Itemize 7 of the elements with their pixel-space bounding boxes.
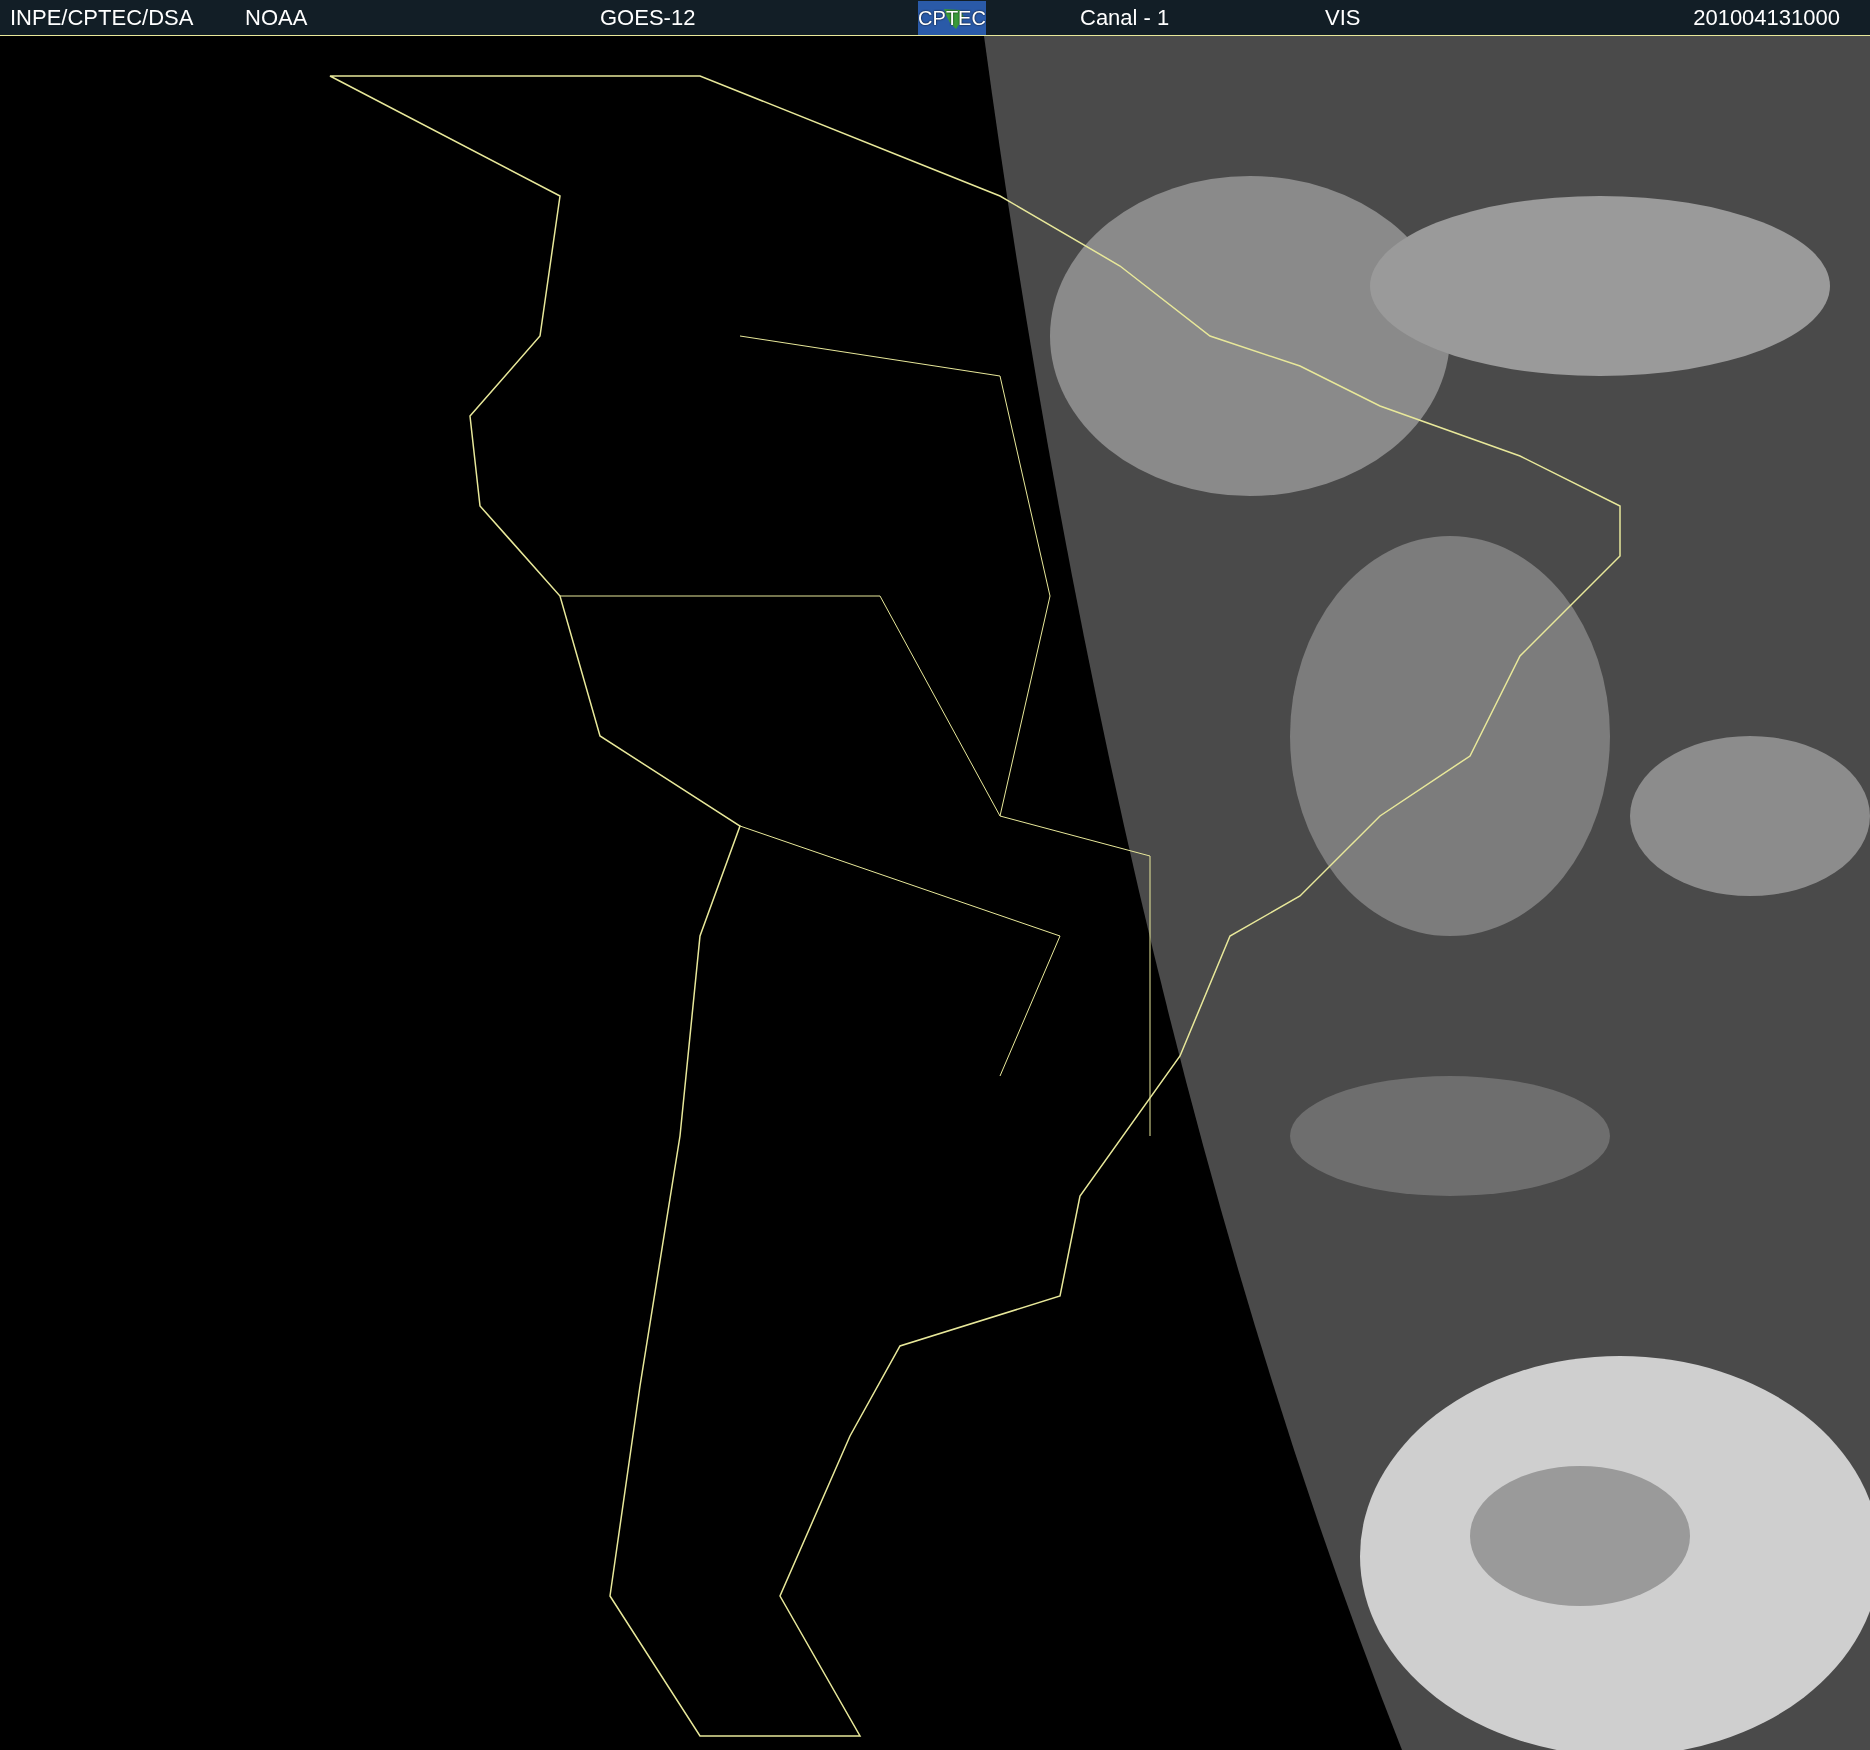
- header-label: INPE/CPTEC/DSA: [10, 4, 195, 32]
- header-label: 201004131000: [1693, 4, 1840, 32]
- header-label: Canal - 1: [1080, 4, 1171, 32]
- header-label: VIS: [1325, 4, 1362, 32]
- header-label: NOAA: [245, 4, 309, 32]
- logo: CPTEC: [918, 0, 986, 35]
- header-label: GOES-12: [600, 4, 697, 32]
